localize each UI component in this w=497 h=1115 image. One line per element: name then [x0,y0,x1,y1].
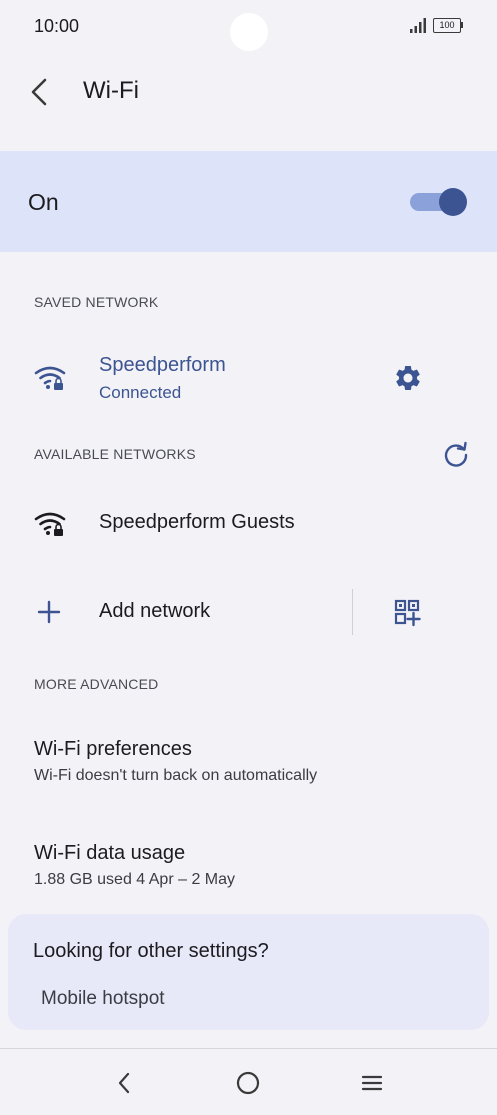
status-time: 10:00 [34,16,80,36]
divider [352,589,353,635]
mobile-hotspot-link[interactable]: Mobile hotspot [41,988,165,1010]
nav-home-button[interactable] [232,1067,264,1099]
wifi-master-toggle-row[interactable]: On [0,151,497,252]
other-settings-title: Looking for other settings? [33,940,269,962]
add-network-label: Add network [99,600,211,622]
nav-recents-button[interactable] [356,1067,388,1099]
status-bar: 10:00 100 [0,0,497,52]
signal-icon [410,18,426,33]
available-network-name: Speedperform Guests [99,511,295,533]
saved-network-name: Speedperform [99,354,226,376]
wifi-toggle-switch[interactable] [410,188,468,216]
refresh-icon [444,441,468,467]
nav-back-icon [118,1072,130,1094]
wifi-lock-icon [34,512,66,536]
camera-cutout [230,13,268,51]
wifi-lock-icon [34,366,66,390]
add-icon [37,600,61,624]
back-button[interactable] [24,76,54,108]
wifi-data-usage-row[interactable]: Wi-Fi data usage 1.88 GB used 4 Apr – 2 … [0,824,497,904]
more-advanced-header: MORE ADVANCED [34,676,159,692]
available-networks-header: AVAILABLE NETWORKS [34,446,196,462]
app-bar: Wi-Fi [0,60,497,124]
wifi-data-usage-subtitle: 1.88 GB used 4 Apr – 2 May [34,871,236,888]
qr-code-scan-icon [394,599,421,627]
wifi-preferences-row[interactable]: Wi-Fi preferences Wi-Fi doesn't turn bac… [0,720,497,800]
arrow-back-icon [31,78,47,106]
scan-qr-button[interactable] [392,597,424,629]
menu-icon [361,1075,383,1091]
battery-icon: 100 [433,18,463,33]
wifi-preferences-subtitle: Wi-Fi doesn't turn back on automatically [34,767,318,784]
other-settings-card: Looking for other settings? Mobile hotsp… [8,914,489,1030]
battery-level: 100 [433,18,461,33]
add-network-row[interactable]: Add network [0,586,497,638]
gear-icon [396,366,420,390]
saved-network-status: Connected [99,383,182,402]
refresh-button[interactable] [441,440,471,470]
saved-network-header: SAVED NETWORK [34,294,159,310]
page-title: Wi-Fi [83,77,139,104]
available-network-row[interactable]: Speedperform Guests [0,490,497,558]
wifi-toggle-label: On [28,189,59,215]
navigation-bar [0,1048,497,1115]
wifi-preferences-title: Wi-Fi preferences [34,738,192,760]
wifi-data-usage-title: Wi-Fi data usage [34,842,186,864]
network-settings-button[interactable] [391,361,425,395]
saved-network-row[interactable]: Speedperform Connected [0,340,497,420]
nav-back-button[interactable] [108,1067,140,1099]
home-circle-icon [236,1071,260,1095]
